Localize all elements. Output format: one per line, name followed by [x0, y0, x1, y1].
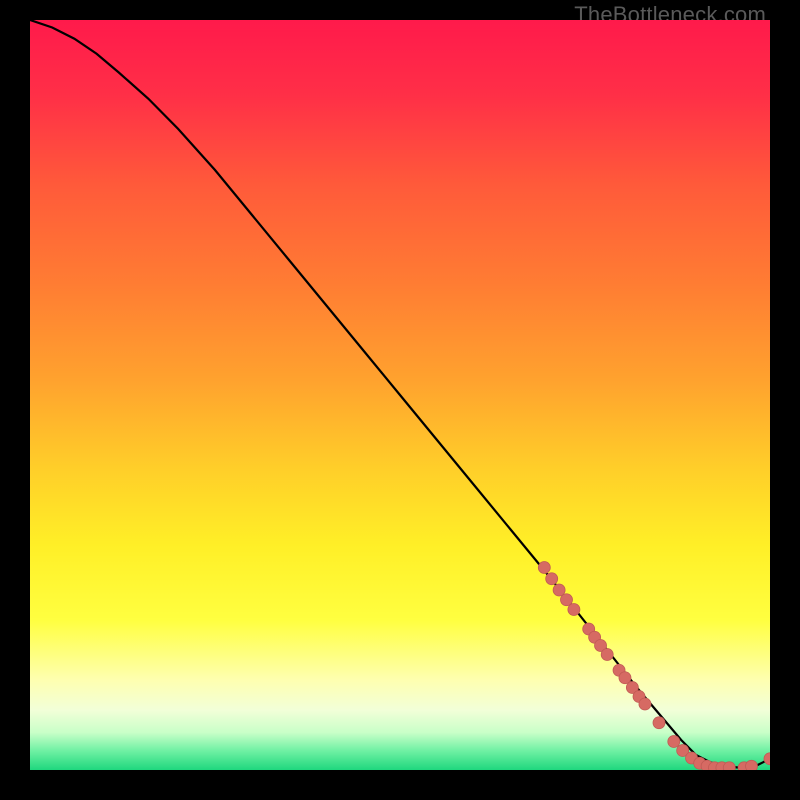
plot-area	[30, 20, 770, 770]
chart-overlay	[30, 20, 770, 770]
marker-point	[668, 736, 680, 748]
marker-point	[538, 562, 550, 574]
marker-point	[653, 717, 665, 729]
marker-group	[538, 562, 770, 771]
marker-point	[639, 698, 651, 710]
marker-point	[546, 573, 558, 585]
chart-stage: TheBottleneck.com	[0, 0, 800, 800]
marker-point	[568, 604, 580, 616]
marker-point	[764, 753, 770, 765]
curve-line	[30, 20, 770, 768]
marker-point	[619, 672, 631, 684]
marker-point	[746, 760, 758, 770]
marker-point	[601, 649, 613, 661]
marker-point	[561, 594, 573, 606]
marker-point	[723, 762, 735, 770]
marker-point	[553, 584, 565, 596]
